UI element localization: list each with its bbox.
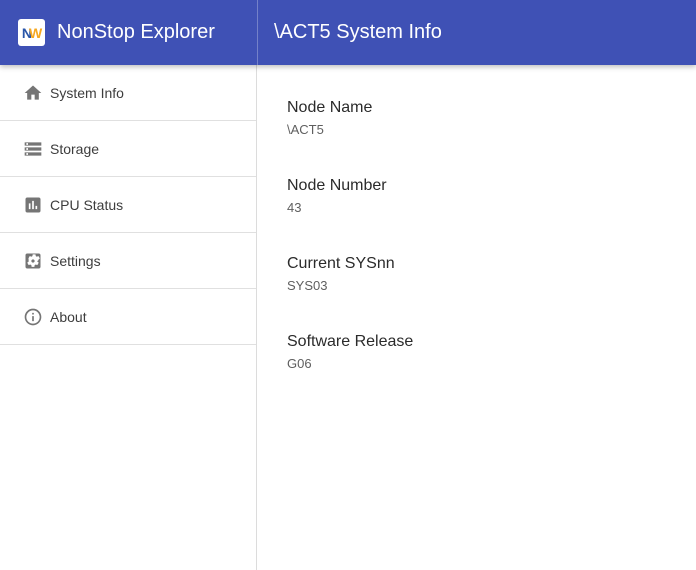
sidebar-item-storage[interactable]: Storage [0,121,256,177]
sidebar-item-cpu-status[interactable]: CPU Status [0,177,256,233]
info-icon [23,307,43,327]
system-info-panel: Node Name \ACT5 Node Number 43 Current S… [257,65,696,570]
info-value: SYS03 [287,278,676,294]
info-label: Node Name [287,98,676,117]
sidebar-item-settings[interactable]: Settings [0,233,256,289]
app-title: NonStop Explorer [57,21,215,44]
sidebar-item-label: Storage [50,141,99,157]
header-toolbar: \ACT5 System Info [257,0,696,65]
info-block-node-number: Node Number 43 [287,176,676,216]
info-label: Software Release [287,332,676,351]
info-label: Node Number [287,176,676,195]
logo-letter-w: W [29,26,41,40]
header-brand: N W NonStop Explorer [0,0,257,65]
info-block-software-release: Software Release G06 [287,332,676,372]
info-value: 43 [287,200,676,216]
sidebar-item-system-info[interactable]: System Info [0,65,256,121]
sidebar-item-about[interactable]: About [0,289,256,345]
page-title: \ACT5 System Info [274,21,442,44]
info-value: \ACT5 [287,122,676,138]
info-block-node-name: Node Name \ACT5 [287,98,676,138]
sidebar-item-label: CPU Status [50,197,123,213]
home-icon [23,83,43,103]
info-label: Current SYSnn [287,254,676,273]
sidebar-item-label: Settings [50,253,101,269]
sidebar-item-label: System Info [50,85,124,101]
storage-icon [23,139,43,159]
sidebar-item-label: About [50,309,87,325]
sidebar-nav: System Info Storage CPU Status Settings … [0,65,257,570]
info-value: G06 [287,356,676,372]
nonstop-logo-icon: N W [18,19,45,46]
app-header: N W NonStop Explorer \ACT5 System Info [0,0,696,65]
info-block-current-sysnn: Current SYSnn SYS03 [287,254,676,294]
bar-chart-icon [23,195,43,215]
settings-gear-icon [23,251,43,271]
